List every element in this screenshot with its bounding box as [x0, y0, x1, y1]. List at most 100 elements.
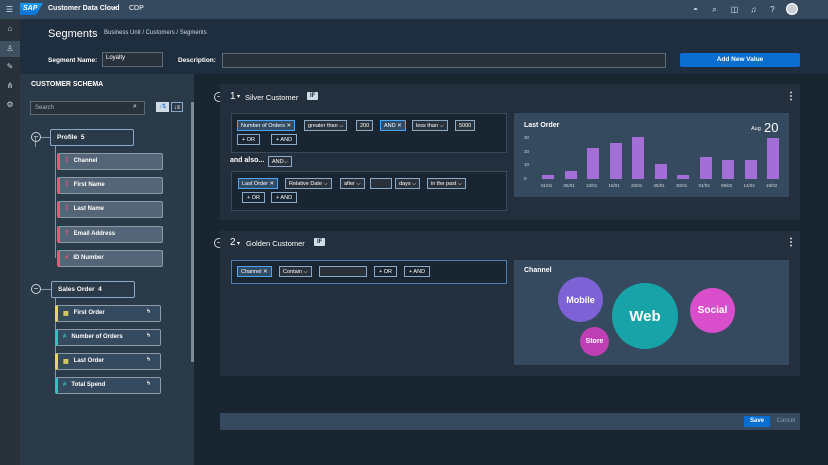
breadcrumb[interactable]: Business Unit / Customers / Segments	[104, 30, 207, 36]
attribute-chip[interactable]: Last Order ✕	[238, 178, 279, 189]
operator-select[interactable]: less than ⌵	[412, 120, 448, 131]
bubble-web[interactable]: Web	[612, 283, 678, 349]
bar[interactable]	[722, 159, 734, 179]
schema-item-total-spend[interactable]: # Total Spend ϟ	[55, 377, 161, 394]
condition-group	[231, 171, 507, 211]
bar[interactable]	[767, 138, 779, 179]
schema-item-first-order[interactable]: ▦ First Order ϟ	[55, 305, 161, 322]
schema-search-input[interactable]: Search	[30, 101, 145, 115]
schema-item-id-number[interactable]: # ID Number	[57, 250, 163, 267]
menu-icon[interactable]: ☰	[4, 4, 15, 15]
x-tick-label: 09/02	[721, 183, 733, 188]
logic-select[interactable]: AND⌵	[268, 156, 292, 167]
segment-name: Golden Customer	[246, 239, 305, 248]
x-tick-label: 20/01	[631, 183, 643, 188]
bar[interactable]	[654, 163, 667, 179]
more-options-icon[interactable]: ⋮	[786, 91, 796, 102]
add-or-button[interactable]: + OR	[237, 134, 260, 145]
schema-item-first-name[interactable]: T First Name	[57, 177, 163, 194]
more-options-icon[interactable]: ⋮	[786, 237, 796, 248]
avatar[interactable]	[786, 3, 798, 15]
sap-logo: SAP	[20, 3, 43, 15]
add-or-button[interactable]: + OR	[374, 266, 397, 277]
bar-chart: 0 10 20 30 01/01 05/01 10/01 15/01 20/01 25/01 30/…	[514, 113, 789, 197]
operator-select[interactable]: Contain ⌵	[279, 266, 312, 277]
logic-chip[interactable]: AND ✕	[380, 120, 406, 131]
schema-item-last-order[interactable]: ▦ Last Order ϟ	[55, 353, 161, 370]
bar[interactable]	[542, 174, 554, 179]
bar[interactable]	[609, 143, 622, 179]
collapse-profile-button[interactable]: −	[31, 132, 41, 142]
schema-item-last-name[interactable]: T Last Name	[57, 201, 163, 218]
sort-desc-icon[interactable]: ↓≡	[171, 102, 183, 112]
share-icon[interactable]: ⋔	[4, 80, 16, 92]
bolt-icon: ϟ	[146, 333, 150, 339]
shell-bar: ☰ SAP Customer Data Cloud ▾ CDP ◓ ⌕ ◫ ♫ …	[0, 0, 828, 19]
last-order-chart-panel: Last Order Aug 20 0 10 20 30 01/01 05/01 10/01…	[514, 113, 789, 197]
add-or-button[interactable]: + OR	[242, 192, 265, 203]
operator-select[interactable]: greater than ⌵	[304, 120, 348, 131]
segment-number: 1	[230, 91, 236, 102]
app-subtitle: CDP	[129, 5, 144, 12]
segment-name-input[interactable]: Loyalty	[102, 52, 163, 67]
product-switch-icon[interactable]: ◫	[729, 4, 740, 15]
chevron-down-icon[interactable]: ▾	[237, 93, 240, 100]
x-tick-label: 05/01	[563, 183, 575, 188]
search-icon[interactable]: ⌕	[709, 4, 720, 15]
app-title[interactable]: Customer Data Cloud	[48, 5, 120, 12]
segment-number: 2	[230, 237, 236, 248]
profile-group[interactable]: Profile 5	[50, 129, 134, 146]
co-pilot-icon[interactable]: ◓	[690, 4, 701, 15]
save-button[interactable]: Save	[744, 416, 770, 427]
attribute-chip[interactable]: Number of Orders ✕	[237, 120, 296, 131]
days-input[interactable]	[370, 178, 392, 189]
schema-item-email-address[interactable]: T Email Address	[57, 226, 163, 243]
collapse-sales-order-button[interactable]: −	[31, 284, 41, 294]
notification-icon[interactable]: ♫	[748, 4, 759, 15]
y-tick-label: 10	[524, 162, 530, 168]
value-input[interactable]: 5000	[455, 120, 476, 131]
cancel-button[interactable]: Cancel	[774, 416, 798, 427]
add-and-button[interactable]: + AND	[271, 192, 298, 203]
help-icon[interactable]: ?	[767, 4, 778, 15]
condition-group	[231, 113, 507, 153]
add-and-button[interactable]: + AND	[404, 266, 431, 277]
y-tick-label: 20	[524, 148, 530, 154]
attribute-chip[interactable]: Channel ✕	[237, 266, 272, 277]
customers-icon[interactable]: ♙	[0, 41, 20, 57]
bubble-mobile[interactable]: Mobile	[558, 277, 603, 322]
operator-select[interactable]: after ⌵	[340, 178, 365, 189]
x-tick-label: 14/02	[743, 183, 755, 188]
range-select[interactable]: in the past ⌵	[427, 178, 467, 189]
schema-item-channel[interactable]: T Channel	[57, 153, 163, 170]
page-header: Segments Business Unit / Customers / Seg…	[20, 19, 828, 74]
side-navigation: ⌂ ♙ ✎ ⋔ ⚙	[0, 19, 20, 465]
add-new-value-button[interactable]: Add New Value	[680, 53, 800, 67]
bubble-social[interactable]: Social	[690, 288, 735, 333]
value-input[interactable]: 200	[356, 120, 374, 131]
chevron-down-icon[interactable]: ▾	[237, 240, 240, 247]
and-also-label: and also...	[230, 157, 265, 164]
sort-icon[interactable]: ↓⇅	[156, 102, 169, 112]
sales-order-group[interactable]: Sales Order 4	[51, 281, 135, 298]
unit-select[interactable]: days ⌵	[395, 178, 421, 189]
add-and-button[interactable]: + AND	[271, 134, 298, 145]
bar[interactable]	[587, 147, 599, 179]
description-input[interactable]	[222, 53, 666, 68]
bar[interactable]	[564, 170, 577, 179]
chevron-down-icon[interactable]: ▾	[113, 5, 116, 12]
bubble-store[interactable]: Store	[580, 327, 609, 356]
page-title: Segments	[48, 28, 98, 40]
bar[interactable]	[677, 174, 689, 179]
settings-icon[interactable]: ⚙	[4, 99, 16, 111]
home-icon[interactable]: ⌂	[4, 23, 16, 35]
bar[interactable]	[744, 159, 757, 179]
bar[interactable]	[699, 157, 712, 179]
operator-select[interactable]: Relative Date ⌵	[285, 178, 332, 189]
x-tick-label: 15/01	[608, 183, 620, 188]
segments-icon[interactable]: ✎	[4, 61, 16, 73]
x-tick-label: 19/02	[766, 183, 778, 188]
bar[interactable]	[632, 136, 644, 179]
value-input[interactable]	[319, 266, 367, 277]
schema-item-number-of-orders[interactable]: # Number of Orders ϟ	[55, 329, 161, 346]
